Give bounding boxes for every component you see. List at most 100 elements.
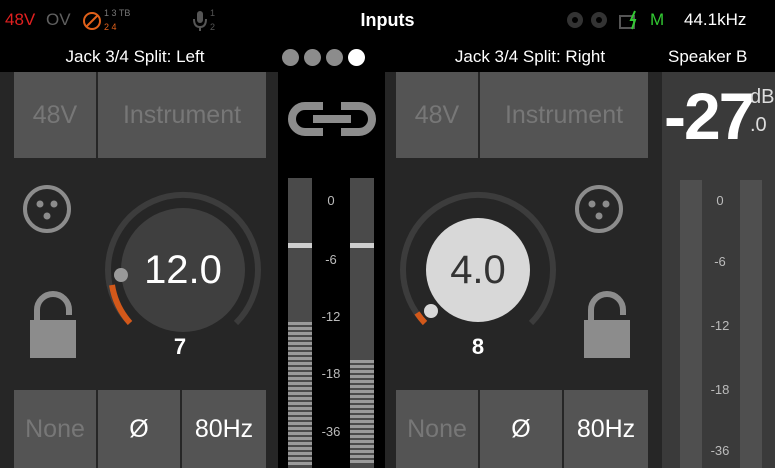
meter-segment — [350, 405, 374, 408]
meter-segment — [288, 447, 312, 450]
meter-segment — [350, 435, 374, 438]
gear-icon[interactable] — [589, 10, 609, 30]
meter-scale-label: 0 — [716, 193, 724, 208]
right-phase-button[interactable]: Ø — [480, 390, 562, 468]
right-channel-title: Jack 3/4 Split: Right — [454, 47, 606, 66]
meter-segment — [350, 445, 374, 448]
meter-segment — [288, 387, 312, 390]
left-filter-button[interactable]: None — [14, 390, 96, 468]
left-channel-title: Jack 3/4 Split: Left — [65, 47, 205, 66]
meter-scale-label: 0 — [327, 193, 335, 208]
meter-segment — [288, 342, 312, 345]
gear-icon[interactable] — [565, 10, 585, 30]
left-gain-value: 12.0 — [144, 248, 222, 292]
right-filter-button[interactable]: None — [396, 390, 478, 468]
speaker-level: -27 — [664, 79, 755, 153]
status-bar: 48V OV 1 3 TB 2 4 1 2 Inputs M 44.1kHz — [0, 0, 775, 44]
speaker-level-decimal: .0 — [750, 114, 767, 136]
meter-segment — [288, 362, 312, 365]
lock-icon[interactable] — [28, 288, 78, 360]
meter-segment — [288, 412, 312, 415]
meter-segment — [288, 402, 312, 405]
meter-segment — [350, 455, 374, 458]
meter-segment — [350, 360, 374, 363]
page-dot-active[interactable] — [348, 49, 365, 66]
meter-segment — [350, 395, 374, 398]
meter-segment — [350, 430, 374, 433]
lock-icon[interactable] — [582, 288, 632, 360]
meter-segment — [288, 347, 312, 350]
meter-scale-label: -6 — [325, 252, 337, 267]
meter-segment — [350, 380, 374, 383]
meter-segment — [350, 420, 374, 423]
power-icon — [617, 9, 641, 33]
left-channel-number: 7 — [173, 334, 187, 359]
meter-segment — [288, 417, 312, 420]
speaker-right-meter — [740, 180, 762, 468]
meter-segment — [288, 452, 312, 455]
page-dot[interactable] — [282, 49, 299, 66]
speaker-left-meter — [680, 180, 702, 468]
meter-segment — [288, 382, 312, 385]
meter-segment — [288, 332, 312, 335]
right-channel-number: 8 — [471, 334, 485, 359]
meter-segment — [350, 450, 374, 453]
meter-segment — [288, 397, 312, 400]
meter-segment — [350, 415, 374, 418]
left-hpf-button[interactable]: 80Hz — [182, 390, 266, 468]
link-icon[interactable] — [285, 94, 379, 144]
meter-segment — [288, 442, 312, 445]
meter-segment — [288, 457, 312, 460]
meter-segment — [288, 392, 312, 395]
meter-segment — [288, 437, 312, 440]
meter-segment — [288, 327, 312, 330]
meter-segment — [288, 377, 312, 380]
left-phase-button[interactable]: Ø — [98, 390, 180, 468]
meter-segment — [350, 370, 374, 373]
meter-segment — [288, 367, 312, 370]
meter-scale-label: -36 — [321, 424, 341, 439]
sample-rate: 44.1kHz — [684, 10, 747, 29]
meter-segment — [350, 425, 374, 428]
speaker-title: Speaker B — [668, 47, 748, 66]
left-48v-button[interactable]: 48V — [14, 72, 96, 158]
page-dot[interactable] — [326, 49, 343, 66]
meter-scale-label: -18 — [321, 366, 341, 381]
meter-segment — [288, 322, 312, 325]
meter-segment — [350, 390, 374, 393]
meter-segment — [350, 410, 374, 413]
xlr-icon — [574, 184, 624, 234]
meter-segment — [288, 337, 312, 340]
left-peak-hold — [288, 243, 312, 248]
meter-scale-label: -12 — [710, 318, 730, 333]
meter-segment — [288, 422, 312, 425]
mode-indicator: M — [650, 10, 665, 29]
meter-scale-label: -36 — [710, 443, 730, 458]
meter-segment — [350, 375, 374, 378]
meter-scale-label: -18 — [710, 382, 730, 397]
meter-segment — [288, 427, 312, 430]
meter-segment — [350, 440, 374, 443]
meter-segment — [288, 407, 312, 410]
meter-segment — [288, 432, 312, 435]
meter-segment — [350, 460, 374, 463]
speaker-level-unit: dB — [750, 86, 775, 108]
right-hpf-button[interactable]: 80Hz — [564, 390, 648, 468]
left-instrument-button[interactable]: Instrument — [98, 72, 266, 158]
meter-scale-label: -6 — [714, 254, 726, 269]
page-dot[interactable] — [304, 49, 321, 66]
meter-segment — [350, 365, 374, 368]
meter-segment — [288, 357, 312, 360]
xlr-icon — [22, 184, 72, 234]
meter-segment — [350, 400, 374, 403]
meter-segment — [288, 462, 312, 465]
meter-scale-label: -12 — [321, 309, 341, 324]
right-48v-button[interactable]: 48V — [396, 72, 478, 158]
page-indicator[interactable] — [282, 49, 382, 67]
meter-segment — [288, 372, 312, 375]
right-gain-value: 4.0 — [450, 248, 506, 292]
right-peak-hold — [350, 243, 374, 248]
meter-segment — [288, 352, 312, 355]
meter-segment — [350, 385, 374, 388]
right-instrument-button[interactable]: Instrument — [480, 72, 648, 158]
